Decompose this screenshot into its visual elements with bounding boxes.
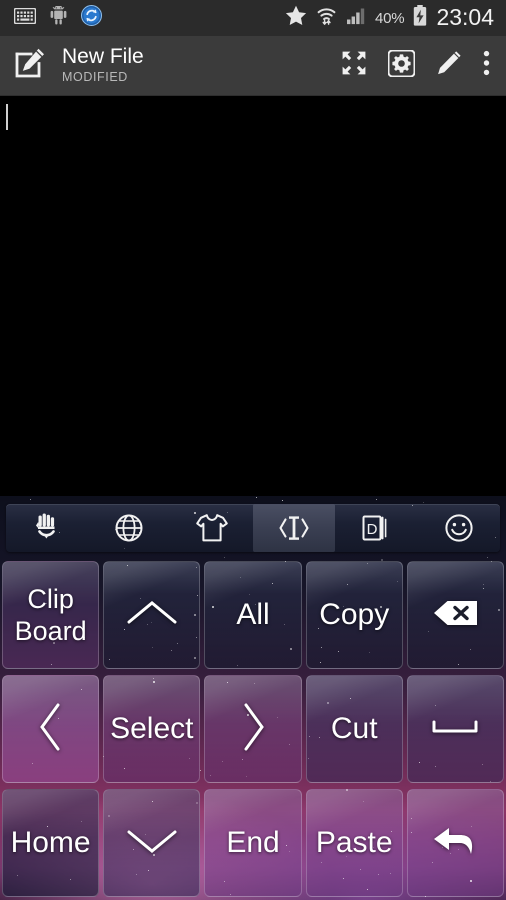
status-bar: 40% 23:04 — [0, 0, 506, 36]
sync-icon — [81, 5, 102, 31]
keyboard-row-1: Clip Board All Copy — [0, 558, 506, 672]
key-clipboard[interactable]: Clip Board — [2, 561, 100, 669]
key-label: Copy — [319, 598, 390, 631]
backspace-icon — [431, 597, 479, 634]
chevron-down-icon — [123, 824, 181, 863]
file-status-label: MODIFIED — [62, 70, 128, 84]
keyboard-rows: Clip Board All Copy Select Cut Home End … — [0, 558, 506, 900]
svg-text:D: D — [367, 521, 378, 538]
enter-icon — [429, 820, 481, 867]
text-caret — [6, 104, 8, 130]
key-select-all[interactable]: All — [204, 561, 302, 669]
wifi-icon — [316, 5, 337, 31]
text-editor-area[interactable] — [0, 96, 506, 496]
keyboard-row-3: Home End Paste — [0, 786, 506, 900]
key-label: Clip Board — [14, 584, 87, 646]
key-home[interactable]: Home — [2, 789, 100, 897]
globe-icon[interactable] — [88, 504, 170, 552]
tshirt-icon[interactable] — [171, 504, 253, 552]
settings-button[interactable] — [387, 49, 416, 82]
key-copy[interactable]: Copy — [305, 561, 403, 669]
key-label: Paste — [315, 826, 393, 859]
app-bar-actions — [341, 49, 506, 82]
key-enter[interactable] — [406, 789, 505, 897]
compose-icon[interactable] — [14, 47, 46, 84]
emoji-icon[interactable] — [418, 504, 500, 552]
space-icon — [429, 716, 481, 743]
star-icon — [285, 5, 307, 31]
status-bar-left-icons — [0, 5, 102, 31]
dictionary-icon[interactable]: D — [335, 504, 417, 552]
key-label: End — [226, 826, 280, 859]
key-label: Home — [10, 826, 91, 859]
keyboard-icon — [13, 7, 37, 29]
battery-charging-icon — [413, 5, 427, 31]
fullscreen-button[interactable] — [341, 50, 367, 81]
key-space[interactable] — [406, 675, 505, 783]
edit-button[interactable] — [436, 50, 462, 81]
chevron-left-icon — [34, 700, 68, 759]
key-label: Select — [110, 712, 194, 745]
page-title: New File — [62, 45, 144, 68]
key-select[interactable]: Select — [103, 675, 201, 783]
key-label: Cut — [330, 712, 378, 745]
battery-percent-label: 40% — [375, 9, 405, 27]
cursor-control-icon[interactable] — [252, 504, 336, 552]
key-paste[interactable]: Paste — [305, 789, 403, 897]
android-icon — [50, 5, 67, 30]
overflow-menu-button[interactable] — [483, 50, 490, 81]
chevron-right-icon — [236, 700, 270, 759]
key-arrow-down[interactable] — [103, 789, 201, 897]
status-clock: 23:04 — [436, 3, 494, 30]
one-hand-icon[interactable] — [6, 504, 88, 552]
key-backspace[interactable] — [406, 561, 505, 669]
signal-icon — [346, 6, 366, 30]
key-label: All — [236, 598, 270, 631]
key-arrow-left[interactable] — [2, 675, 100, 783]
key-arrow-up[interactable] — [103, 561, 201, 669]
status-bar-right-icons: 40% 23:04 — [285, 5, 506, 31]
phone-screen: 40% 23:04 New File MODIFIED D Clip Board… — [0, 0, 506, 900]
app-title-block: New File MODIFIED — [62, 46, 144, 85]
key-end[interactable]: End — [204, 789, 302, 897]
keyboard: D Clip Board All Copy Select Cut Home En… — [0, 496, 506, 900]
keyboard-row-2: Select Cut — [0, 672, 506, 786]
key-arrow-right[interactable] — [204, 675, 302, 783]
app-bar: New File MODIFIED — [0, 36, 506, 96]
keyboard-toolbar: D — [6, 504, 500, 552]
key-cut[interactable]: Cut — [305, 675, 403, 783]
chevron-up-icon — [123, 596, 181, 635]
